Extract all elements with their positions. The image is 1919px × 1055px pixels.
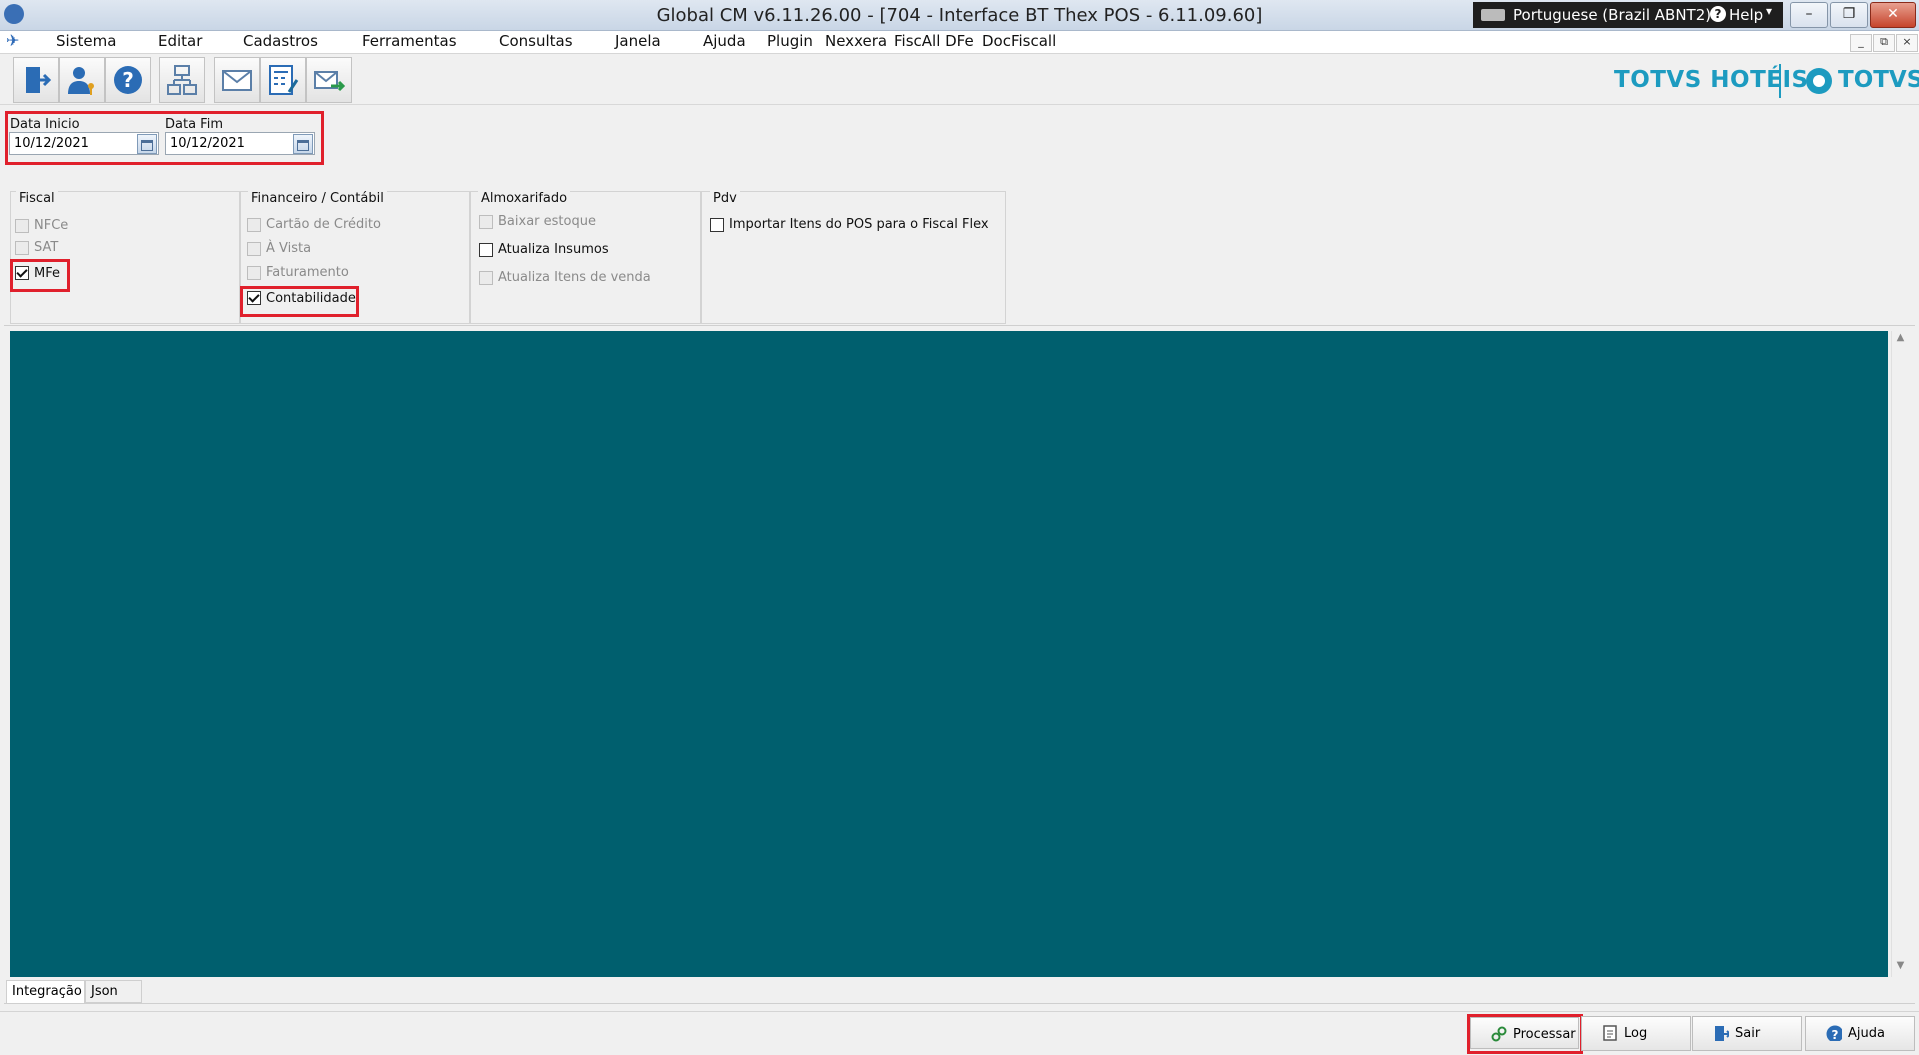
menu-ferramentas[interactable]: Ferramentas — [362, 32, 457, 50]
pdv-group-title: Pdv — [710, 191, 740, 206]
help-icon: ? — [114, 66, 142, 94]
menu-consultas[interactable]: Consultas — [499, 32, 573, 50]
pdv-group — [700, 191, 1006, 324]
nfce-label: NFCe — [34, 218, 69, 233]
hierarchy-button[interactable] — [159, 57, 205, 103]
menu-sistema[interactable]: Sistema — [56, 32, 116, 50]
mdi-close-button[interactable]: × — [1896, 34, 1918, 52]
menu-janela[interactable]: Janela — [615, 32, 661, 50]
calculator-edit-button[interactable] — [260, 57, 306, 103]
tabs-divider — [4, 1003, 1915, 1004]
exit-door-icon — [1715, 1026, 1729, 1041]
language-label[interactable]: Portuguese (Brazil ABNT2) — [1513, 6, 1711, 24]
close-button[interactable]: ✕ — [1870, 2, 1916, 28]
help-circle-icon: ? — [1710, 6, 1726, 22]
help-button[interactable]: ? — [105, 57, 151, 103]
almoxarifado-group — [469, 191, 702, 324]
exit-label: Sair — [1735, 1026, 1761, 1041]
menu-nexxera[interactable]: Nexxera — [825, 32, 887, 50]
mail-button[interactable] — [214, 57, 260, 103]
cartao-credito-checkbox[interactable] — [247, 218, 261, 232]
restore-button[interactable]: ❐ — [1830, 2, 1868, 28]
atualiza-itens-venda-label: Atualiza Itens de venda — [498, 270, 651, 285]
process-label: Processar — [1513, 1027, 1576, 1042]
menu-plugin[interactable]: Plugin — [767, 32, 813, 50]
totvs-logo-icon — [1806, 68, 1832, 94]
process-link-icon — [1491, 1026, 1507, 1042]
start-date-label: Data Inicio — [10, 117, 80, 132]
minimize-button[interactable]: – — [1790, 2, 1828, 28]
faturamento-checkbox[interactable] — [247, 266, 261, 280]
exit-icon — [26, 67, 52, 93]
baixar-estoque-label: Baixar estoque — [498, 214, 596, 229]
hierarchy-icon — [167, 65, 197, 95]
mail-send-icon — [314, 71, 345, 92]
process-button[interactable]: Processar — [1470, 1017, 1579, 1049]
svg-text:?: ? — [122, 68, 134, 92]
vertical-scrollbar[interactable] — [1891, 331, 1911, 977]
exit-footer-button[interactable]: Sair — [1692, 1016, 1802, 1051]
user-key-button[interactable] — [59, 57, 105, 103]
log-button[interactable]: Log — [1581, 1016, 1691, 1051]
menu-ajuda[interactable]: Ajuda — [703, 32, 746, 50]
a-vista-label: À Vista — [266, 241, 312, 256]
financeiro-group-title: Financeiro / Contábil — [248, 191, 387, 206]
user-key-icon — [68, 67, 94, 95]
document-icon — [1603, 1025, 1617, 1041]
sat-checkbox[interactable] — [15, 241, 29, 255]
end-date-label: Data Fim — [165, 117, 223, 132]
separator — [4, 325, 1915, 326]
menu-fiscall-dfe[interactable]: FiscAll DFe — [894, 32, 974, 50]
exit-button[interactable] — [13, 57, 59, 103]
scroll-up-arrow-icon[interactable]: ▲ — [1891, 332, 1910, 343]
calculator-edit-icon — [269, 65, 299, 95]
mfe-checkbox[interactable] — [15, 266, 29, 280]
fiscal-group — [10, 191, 241, 324]
svg-text:?: ? — [1832, 1028, 1839, 1041]
baixar-estoque-checkbox[interactable] — [479, 215, 493, 229]
help-label: Ajuda — [1848, 1026, 1885, 1041]
fiscal-group-title: Fiscal — [16, 191, 58, 206]
menu-editar[interactable]: Editar — [158, 32, 202, 50]
almoxarifado-group-title: Almoxarifado — [478, 191, 571, 206]
sat-label: SAT — [34, 240, 59, 255]
tab-json[interactable]: Json — [85, 980, 142, 1003]
chevron-down-icon[interactable]: ▾ — [1766, 4, 1772, 18]
mdi-minimize-button[interactable]: _ — [1850, 34, 1872, 52]
content-panel[interactable] — [10, 331, 1888, 977]
help-circle-icon: ? — [1826, 1025, 1842, 1041]
end-calendar-icon[interactable] — [293, 134, 313, 154]
language-bar[interactable]: Portuguese (Brazil ABNT2) ? Help ▾ — [1473, 2, 1783, 28]
scroll-down-arrow-icon[interactable]: ▼ — [1891, 960, 1910, 971]
keyboard-icon — [1481, 9, 1505, 21]
help-footer-button[interactable]: ? Ajuda — [1805, 1016, 1915, 1051]
atualiza-insumos-label: Atualiza Insumos — [498, 242, 609, 257]
tab-integracao[interactable]: Integração — [6, 980, 85, 1004]
a-vista-checkbox[interactable] — [247, 242, 261, 256]
start-calendar-icon[interactable] — [137, 134, 157, 154]
importar-itens-label: Importar Itens do POS para o Fiscal Flex — [729, 217, 989, 232]
logo-divider — [1779, 64, 1781, 98]
language-help[interactable]: Help — [1729, 6, 1763, 24]
contabilidade-checkbox[interactable] — [247, 291, 261, 305]
totvs-logo: TOTVS — [1838, 67, 1919, 93]
cartao-credito-label: Cartão de Crédito — [266, 217, 381, 232]
mail-send-button[interactable] — [306, 57, 352, 103]
atualiza-itens-venda-checkbox[interactable] — [479, 271, 493, 285]
faturamento-label: Faturamento — [266, 265, 349, 280]
pin-icon[interactable]: ✈ — [6, 31, 26, 51]
log-label: Log — [1624, 1026, 1648, 1041]
menu-docfiscall[interactable]: DocFiscall — [982, 32, 1056, 50]
nfce-checkbox[interactable] — [15, 219, 29, 233]
mfe-label: MFe — [34, 266, 60, 281]
contabilidade-label: Contabilidade — [266, 291, 356, 306]
atualiza-insumos-checkbox[interactable] — [479, 243, 493, 257]
menu-cadastros[interactable]: Cadastros — [243, 32, 318, 50]
mdi-restore-button[interactable]: ⧉ — [1873, 34, 1895, 52]
mail-icon — [222, 70, 252, 91]
importar-itens-checkbox[interactable] — [710, 218, 724, 232]
